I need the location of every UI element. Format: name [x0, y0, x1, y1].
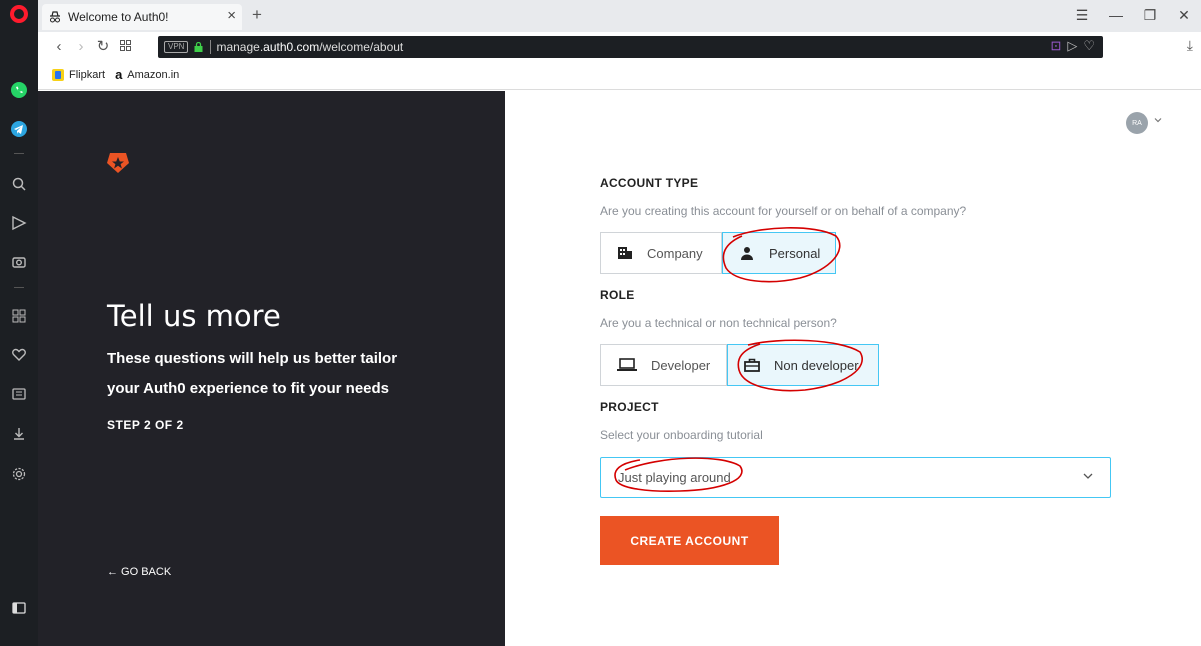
option-non-developer[interactable]: Non developer — [727, 344, 879, 386]
onboarding-info-panel: Tell us more These questions will help u… — [38, 91, 505, 646]
reload-icon[interactable]: ↻ — [92, 37, 114, 55]
tab-bar: Welcome to Auth0! × + ☰ — ❐ ✕ — [38, 0, 1201, 32]
tab-close-icon[interactable]: × — [227, 7, 236, 24]
bookmark-flipkart[interactable]: Flipkart — [52, 68, 105, 81]
onboarding-form: RA ACCOUNT TYPE Are you creating this ac… — [505, 91, 1201, 646]
account-type-label: ACCOUNT TYPE — [600, 176, 699, 190]
step-indicator: STEP 2 OF 2 — [107, 418, 184, 432]
role-label: ROLE — [600, 288, 635, 302]
flipkart-icon — [52, 68, 64, 81]
back-icon[interactable]: ‹ — [48, 38, 70, 55]
window-controls: ☰ — ❐ ✕ — [1065, 0, 1201, 30]
bookmarks-bar: Flipkart a Amazon.in — [38, 60, 1201, 90]
create-account-button[interactable]: CREATE ACCOUNT — [600, 516, 779, 565]
camera-icon[interactable] — [9, 252, 29, 272]
news-icon[interactable] — [9, 384, 29, 404]
chevron-down-icon[interactable] — [1153, 115, 1163, 125]
laptop-icon — [617, 358, 637, 372]
incognito-favicon-icon — [50, 11, 60, 23]
extension-icon[interactable]: ⊡ — [1050, 38, 1061, 54]
option-personal[interactable]: Personal — [722, 232, 836, 274]
tab-title: Welcome to Auth0! — [68, 10, 169, 24]
new-tab-button[interactable]: + — [252, 5, 262, 25]
vpn-badge[interactable]: VPN — [164, 41, 189, 53]
amazon-icon: a — [115, 67, 123, 82]
lock-icon — [194, 42, 203, 52]
download-icon[interactable] — [9, 424, 29, 444]
url-text: manage.auth0.com/welcome/about — [216, 40, 404, 54]
chevron-down-icon — [1083, 473, 1093, 479]
building-icon — [617, 246, 633, 260]
search-icon[interactable] — [9, 174, 29, 194]
url-field[interactable]: VPN manage.auth0.com/welcome/about ⊡ ▷ ♡ — [158, 36, 1103, 58]
speed-dial-grid-icon[interactable] — [114, 38, 136, 55]
flow-send-icon[interactable]: ▷ — [1067, 38, 1077, 54]
whatsapp-icon[interactable] — [9, 80, 29, 100]
sidebar-toggle-icon[interactable] — [9, 598, 29, 618]
user-avatar[interactable]: RA — [1126, 112, 1148, 134]
telegram-icon[interactable] — [9, 119, 29, 139]
settings-gear-icon[interactable] — [9, 464, 29, 484]
opera-logo-icon[interactable] — [10, 5, 28, 23]
project-select[interactable]: Just playing around — [600, 457, 1111, 498]
tab-menu-icon[interactable]: ☰ — [1065, 7, 1099, 24]
role-toggle: Developer Non developer — [600, 344, 879, 386]
account-type-toggle: Company Personal — [600, 232, 836, 274]
project-label: PROJECT — [600, 400, 659, 414]
close-window-icon[interactable]: ✕ — [1167, 7, 1201, 24]
account-type-hint: Are you creating this account for yourse… — [600, 204, 967, 218]
restore-icon[interactable]: ❐ — [1133, 7, 1167, 24]
opera-sidebar — [0, 0, 38, 646]
send-icon[interactable] — [9, 213, 29, 233]
go-back-link[interactable]: ← GO BACK — [107, 566, 171, 578]
page-description: These questions will help us better tail… — [107, 350, 398, 397]
option-company[interactable]: Company — [600, 232, 722, 274]
bookmark-amazon[interactable]: a Amazon.in — [115, 67, 179, 82]
bookmark-heart-icon[interactable]: ♡ — [1083, 38, 1095, 54]
person-icon — [739, 246, 755, 260]
browser-window: Welcome to Auth0! × + ☰ — ❐ ✕ ‹ › ↻ VPN … — [0, 0, 1201, 646]
forward-icon[interactable]: › — [70, 38, 92, 55]
option-developer[interactable]: Developer — [600, 344, 727, 386]
address-bar: ‹ › ↻ VPN manage.auth0.com/welcome/about… — [38, 32, 1201, 60]
minimize-icon[interactable]: — — [1099, 7, 1133, 23]
tab-auth0-welcome[interactable]: Welcome to Auth0! × — [42, 4, 242, 30]
briefcase-icon — [744, 358, 760, 372]
downloads-icon[interactable]: ⤓ — [1187, 37, 1193, 54]
heart-icon[interactable] — [9, 345, 29, 365]
auth0-logo-icon — [107, 153, 129, 173]
page-title: Tell us more — [107, 299, 281, 333]
speed-dial-icon[interactable] — [9, 306, 29, 326]
role-hint: Are you a technical or non technical per… — [600, 316, 837, 330]
project-select-value: Just playing around — [618, 470, 731, 485]
project-hint: Select your onboarding tutorial — [600, 428, 763, 442]
